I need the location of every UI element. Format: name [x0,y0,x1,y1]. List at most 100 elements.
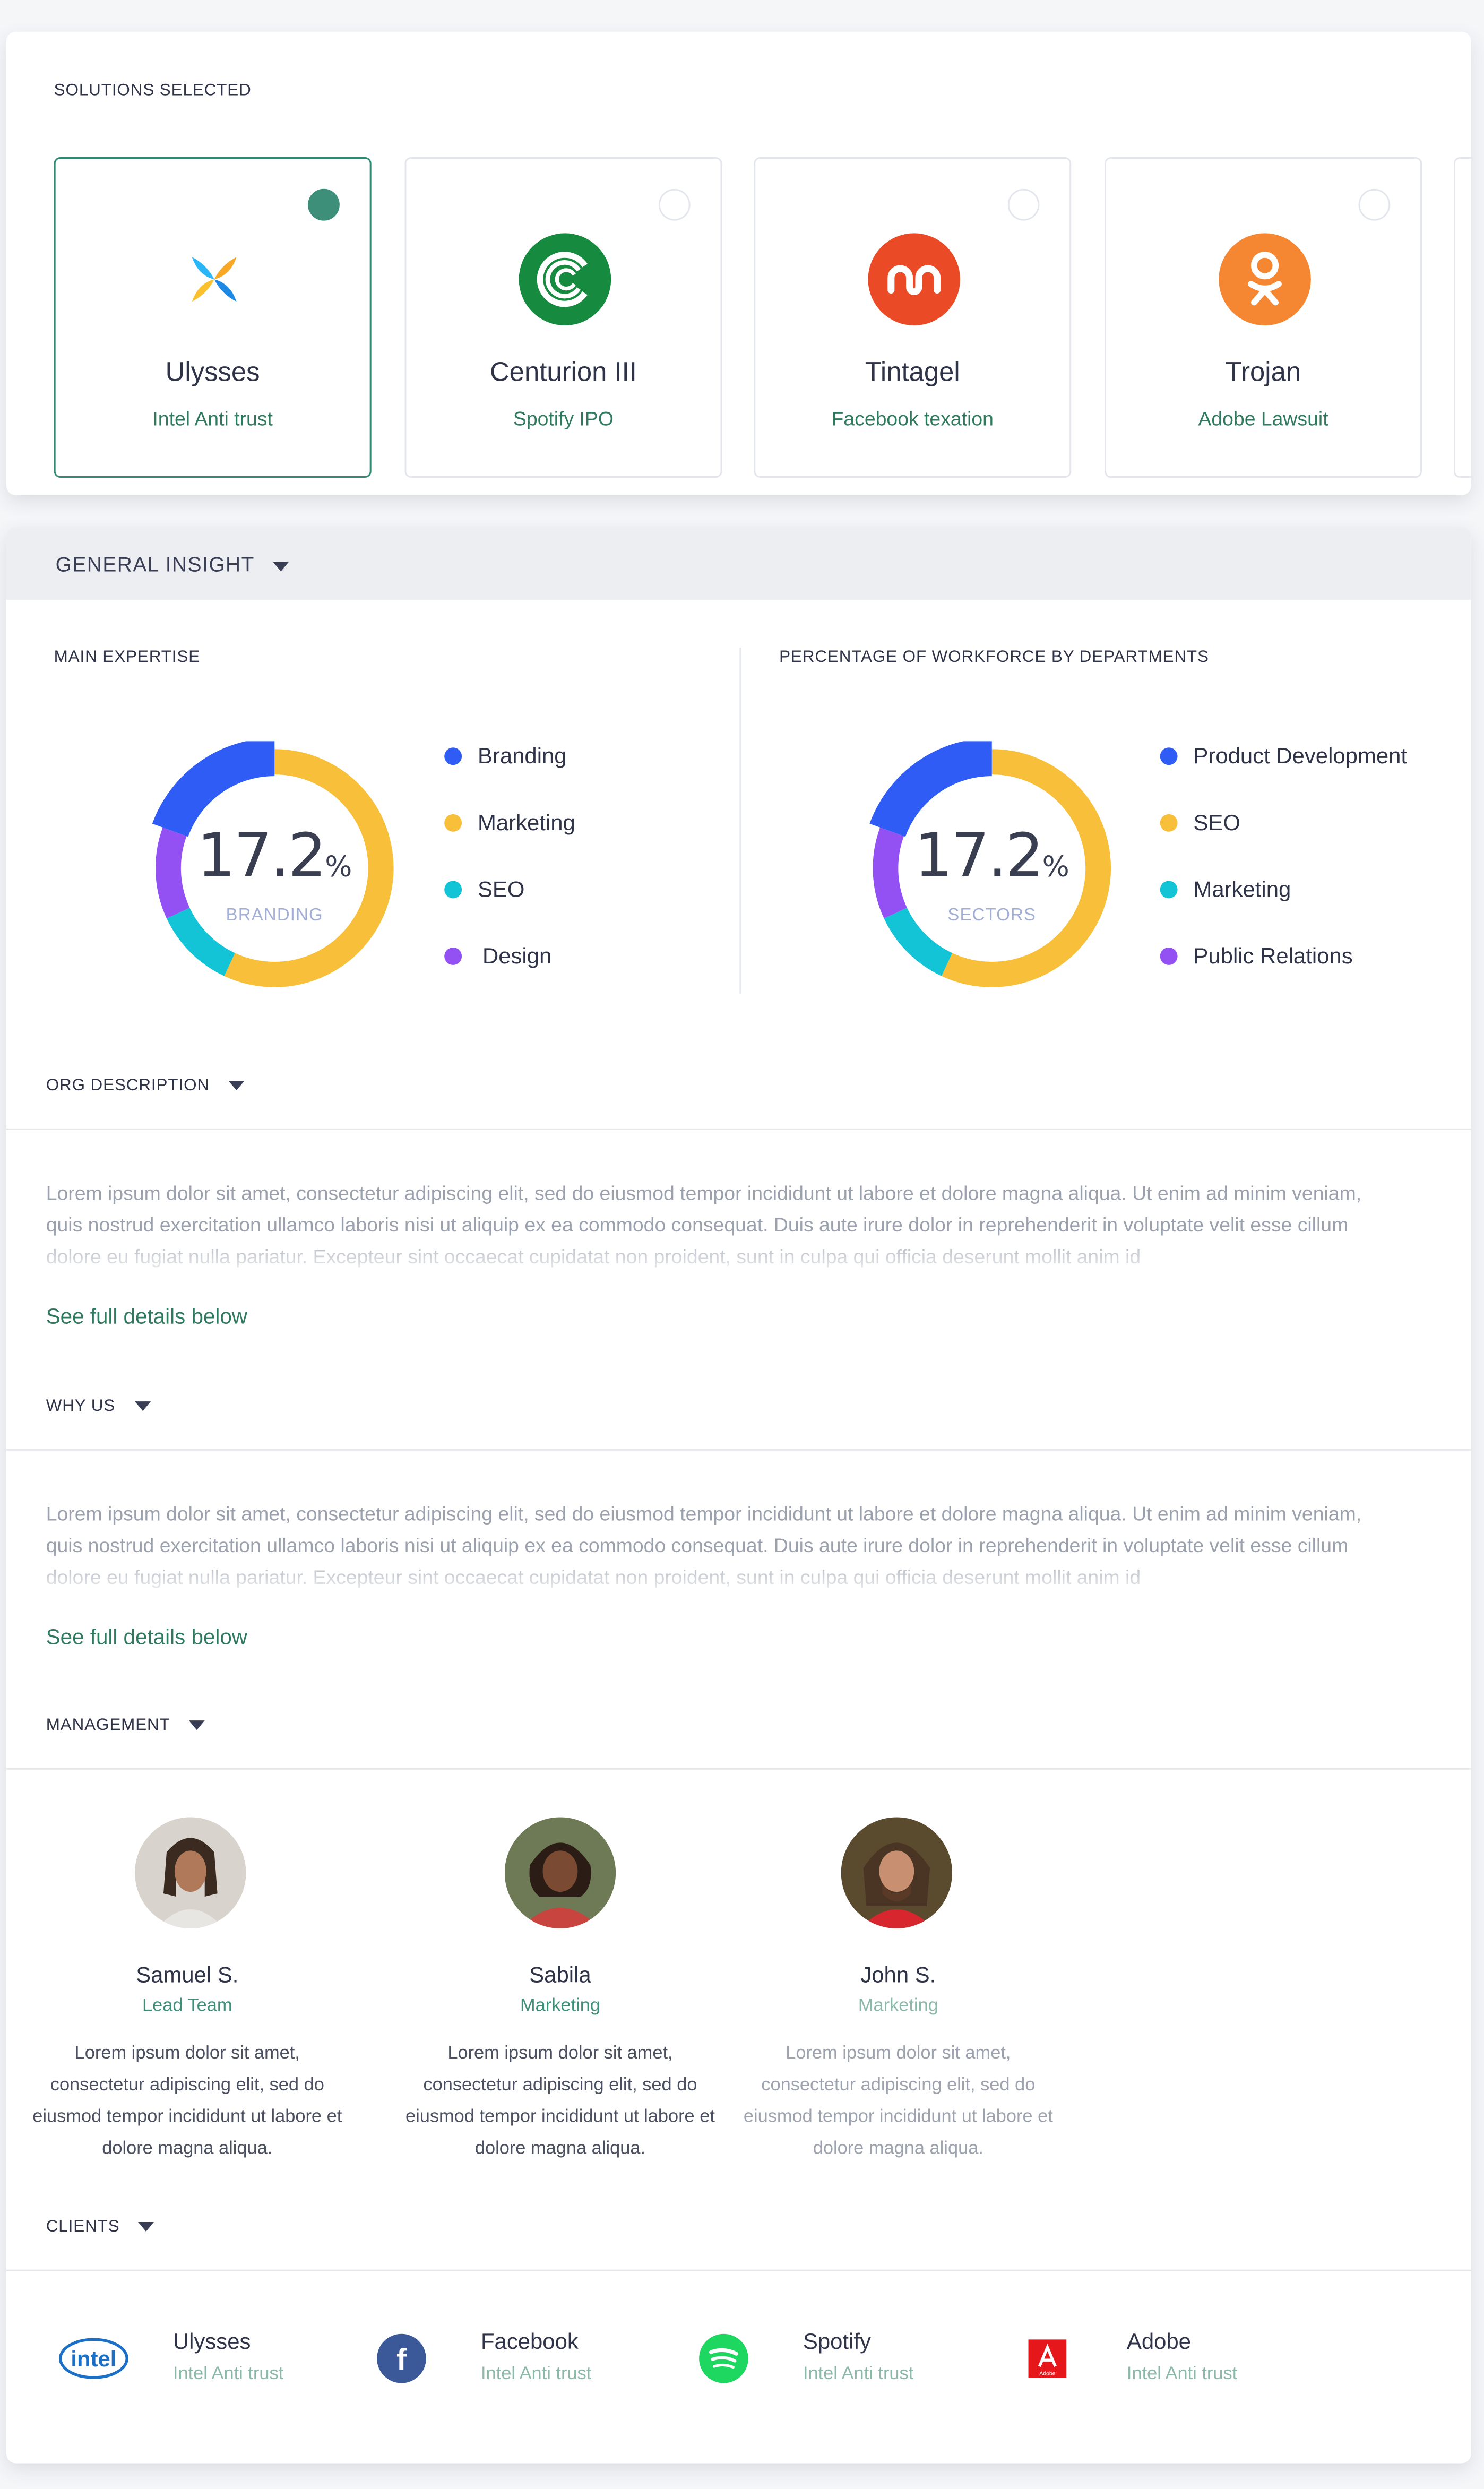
unselected-radio[interactable] [1007,188,1040,221]
client-subtitle: Intel Anti trust [803,2365,914,2384]
solution-tile-next[interactable] [1453,157,1473,478]
legend-label: Product Development [1193,743,1408,769]
org-see-details-link[interactable]: See full details below [46,1305,247,1329]
person-bio: Lorem ipsum dolor sit amet, consectetur … [743,2044,1053,2159]
stumbleupon-icon [867,232,962,327]
unselected-radio[interactable] [1358,188,1391,221]
person-name: Samuel S. [136,1961,239,1987]
caret-down-icon [189,1720,205,1730]
odnoklassniki-icon [1217,232,1312,327]
client-subtitle: Intel Anti trust [480,2365,592,2384]
adobe-logo-text: Adobe [1039,2371,1055,2377]
solution-name: Trojan [1225,357,1301,387]
solution-tile-centurion[interactable]: Centurion III Spotify IPO [404,157,722,478]
legend-label: SEO [1193,809,1240,835]
donut-number: 17.2 [197,820,326,891]
why-us-title: WHY US [46,1397,116,1416]
legend-label: Marketing [1193,876,1291,902]
legend-item-branding: Branding [444,743,567,769]
org-description-toggle[interactable]: ORG DESCRIPTION [46,1076,245,1095]
donut-caption: SECTORS [947,906,1037,926]
legend-item-marketing: Marketing [1160,876,1291,902]
legend-dot [1160,747,1178,765]
general-insight-header[interactable]: GENERAL INSIGHT [6,527,1471,600]
caret-down-icon [134,1401,150,1411]
person-name: John S. [860,1961,936,1987]
caret-down-icon [139,2222,155,2232]
clients-title: CLIENTS [46,2217,120,2236]
legend-dot [1160,948,1178,965]
legend-item-product-development: Product Development [1160,743,1408,769]
legend-label: Marketing [477,809,575,835]
legend-item-seo: SEO [444,876,525,902]
person-role: Marketing [520,1996,600,2016]
legend-dot [444,814,462,832]
solution-name: Ulysses [165,357,260,387]
solution-name: Centurion III [489,357,637,387]
donut-unit: % [325,850,352,884]
facebook-logo-text: f [396,2343,407,2376]
client-item-ulysses[interactable]: intel Ulysses Intel Anti trust [57,2328,343,2398]
solution-subtitle: Adobe Lawsuit [1198,408,1328,430]
expertise-donut-chart: 17.2% BRANDING [148,738,401,995]
avatar[interactable] [135,1817,246,1928]
solution-subtitle: Spotify IPO [513,408,614,430]
solution-tile-ulysses[interactable]: Ulysses Intel Anti trust [54,157,372,478]
org-description-title: ORG DESCRIPTION [46,1076,210,1096]
donut-unit: % [1042,850,1069,884]
intel-logo-text: intel [71,2346,116,2371]
clients-toggle[interactable]: CLIENTS [46,2217,155,2236]
client-item-adobe[interactable]: Adobe Adobe Intel Anti trust [1028,2328,1314,2398]
divider [6,2269,1471,2271]
general-insight-toggle[interactable]: GENERAL INSIGHT [56,553,290,576]
person-name: Sabila [529,1961,591,1987]
spotify-icon [698,2333,749,2384]
solution-subtitle: Facebook texation [831,408,994,430]
facebook-icon: f [376,2333,427,2384]
client-name: Adobe [1126,2328,1191,2354]
donut-caption: BRANDING [226,906,323,926]
selected-radio[interactable] [308,188,340,221]
client-item-facebook[interactable]: f Facebook Intel Anti trust [376,2328,662,2398]
adobe-icon: Adobe [1028,2339,1067,2378]
person-bio: Lorem ipsum dolor sit amet, consectetur … [405,2044,715,2159]
unselected-radio[interactable] [658,188,691,221]
legend-item-marketing: Marketing [444,809,575,835]
person-role: Marketing [858,1996,938,2016]
why-us-text: Lorem ipsum dolor sit amet, consectetur … [46,1503,1362,1589]
legend-label: Branding [477,743,567,769]
client-subtitle: Intel Anti trust [1126,2365,1238,2384]
main-expertise-title: MAIN EXPERTISE [54,647,201,667]
client-subtitle: Intel Anti trust [172,2365,284,2384]
divider [6,1128,1471,1130]
solution-subtitle: Intel Anti trust [152,408,273,430]
person-role: Lead Team [142,1996,232,2016]
general-insight-title: GENERAL INSIGHT [55,552,255,576]
why-us-toggle[interactable]: WHY US [46,1397,150,1416]
legend-dot [1160,814,1178,832]
client-name: Ulysses [172,2328,251,2354]
management-toggle[interactable]: MANAGEMENT [46,1716,205,1735]
org-description-text: Lorem ipsum dolor sit amet, consectetur … [46,1182,1362,1269]
solution-tile-trojan[interactable]: Trojan Adobe Lawsuit [1105,157,1422,478]
workforce-donut-chart: 17.2% SECTORS [865,738,1119,995]
solutions-card: SOLUTIONS SELECTED Ulysses Intel Anti tr… [6,31,1473,495]
divider [6,1768,1471,1770]
person-card: Samuel S. Lead Team Lorem ipsum dolor si… [29,1817,346,2167]
legend-label: Public Relations [1193,943,1353,968]
caret-down-icon [273,561,290,571]
general-insight-card: GENERAL INSIGHT MAIN EXPERTISE 17.2% BRA… [6,527,1471,2464]
why-see-details-link[interactable]: See full details below [46,1625,247,1649]
person-card: John S. Marketing Lorem ipsum dolor sit … [739,1817,1057,2167]
person-bio: Lorem ipsum dolor sit amet, consectetur … [32,2044,342,2159]
solution-tile-tintagel[interactable]: Tintagel Facebook texation [754,157,1072,478]
avatar[interactable] [841,1817,952,1928]
avatar[interactable] [504,1817,616,1928]
donut-segment-blue [152,738,275,837]
legend-item-seo: SEO [1160,809,1240,835]
donut-segment-blue [869,738,993,837]
legend-label: SEO [477,876,525,902]
column-divider [739,647,741,994]
client-item-spotify[interactable]: Spotify Intel Anti trust [698,2328,984,2398]
intel-logo-icon: intel [57,2335,131,2382]
